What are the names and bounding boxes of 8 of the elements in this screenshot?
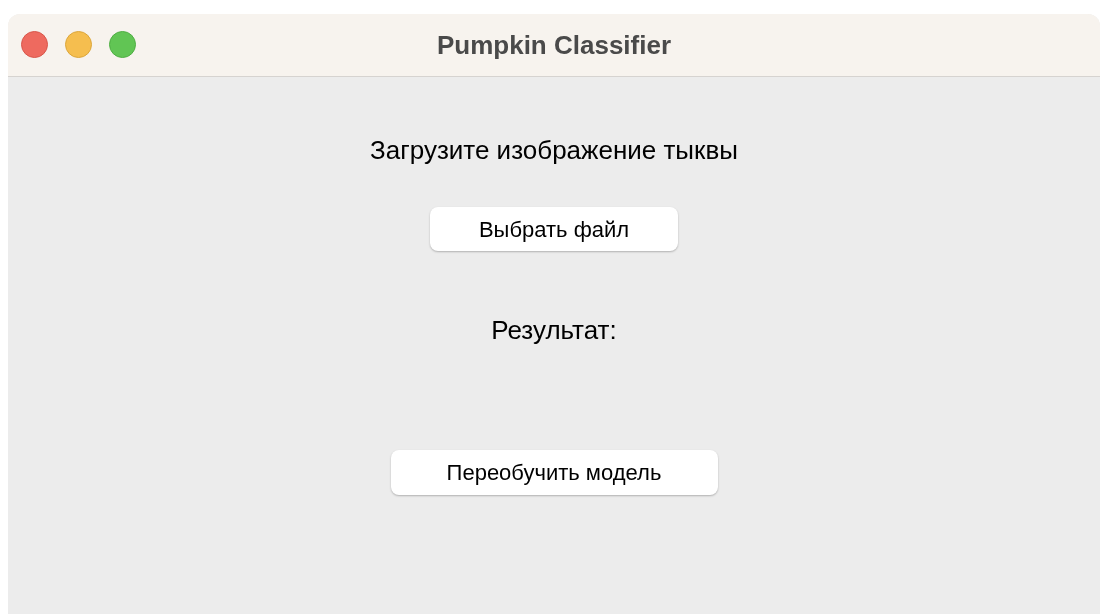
upload-prompt: Загрузите изображение тыквы [370,134,738,167]
minimize-button[interactable] [65,31,92,58]
zoom-button[interactable] [109,31,136,58]
window-title: Pumpkin Classifier [436,28,672,62]
close-button[interactable] [21,31,48,58]
choose-file-button[interactable]: Выбрать файл [430,207,678,251]
retrain-model-button[interactable]: Переобучить модель [390,450,718,495]
result-label: Результат: [491,314,617,347]
